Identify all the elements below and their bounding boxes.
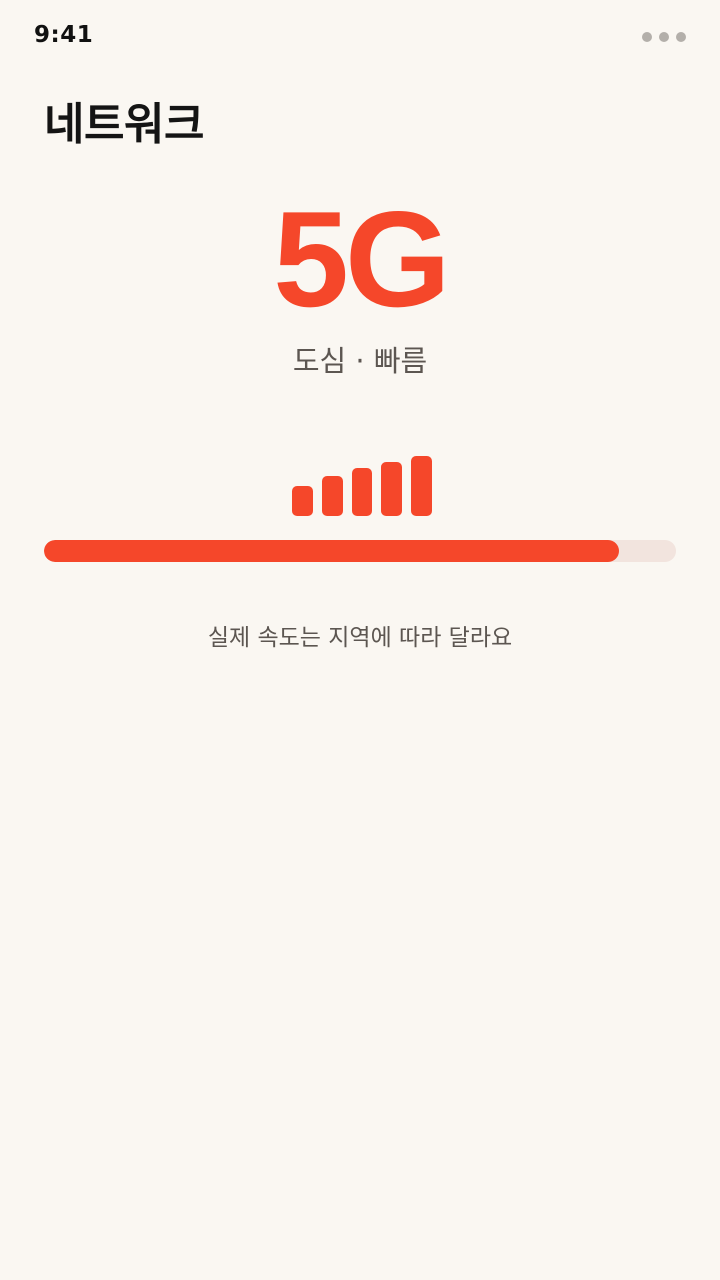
more-dot: [659, 32, 669, 42]
more-horizontal-icon[interactable]: [642, 32, 686, 42]
speed-disclaimer: 실제 속도는 지역에 따라 달라요: [207, 625, 513, 651]
signal-bar-5: [411, 456, 432, 516]
signal-progress-fill: [44, 540, 620, 562]
signal-bar-4: [381, 462, 403, 516]
page-title: 네트워크: [44, 99, 204, 150]
network-status-subtitle: 도심 · 빠름: [292, 344, 428, 378]
network-screen: 9:41 네트워크 5G 도심 · 빠름 실제 속도는 지역에 따라 달라요: [0, 0, 720, 1280]
signal-bars-icon: [292, 440, 432, 516]
signal-bar-3: [351, 468, 373, 516]
more-dot: [642, 32, 652, 42]
network-type-label: 5G: [273, 183, 450, 335]
signal-bar-1: [292, 486, 313, 516]
signal-bar-2: [321, 476, 343, 516]
status-time: 9:41: [34, 22, 94, 48]
signal-progress-track: [44, 540, 676, 562]
more-dot: [676, 32, 686, 42]
status-bar: 9:41: [0, 0, 720, 76]
